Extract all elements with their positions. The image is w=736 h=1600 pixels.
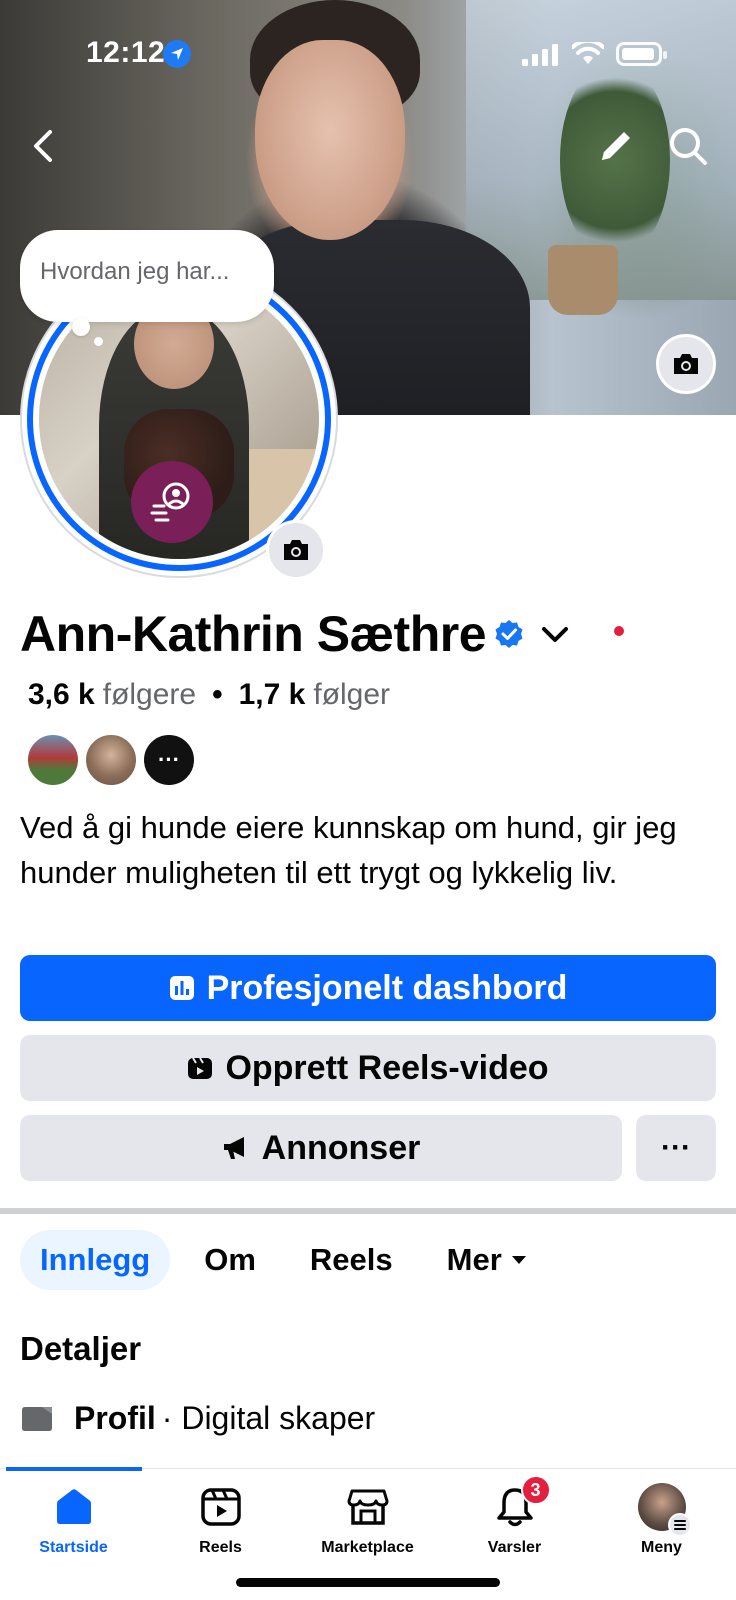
stats-separator: • (212, 678, 223, 711)
reels-icon (197, 1483, 245, 1531)
cover-camera-button[interactable] (656, 334, 716, 394)
followers-count[interactable]: 3,6 k (28, 678, 95, 712)
nav-label: Meny (641, 1539, 682, 1556)
dashboard-button-label: Profesjonelt dashbord (206, 968, 568, 1007)
detail-label: Profil (74, 1400, 156, 1436)
section-divider (0, 1208, 736, 1214)
location-icon (163, 40, 191, 68)
following-count[interactable]: 1,7 k (239, 678, 306, 712)
megaphone-icon (222, 1135, 250, 1161)
nav-label: Reels (199, 1539, 242, 1556)
nav-menu[interactable]: Meny (588, 1483, 735, 1557)
menu-avatar-wrap (637, 1483, 692, 1537)
tab-posts[interactable]: Innlegg (20, 1230, 171, 1290)
wifi-icon (572, 42, 604, 64)
search-button[interactable] (666, 124, 710, 168)
tab-label: Reels (309, 1242, 393, 1277)
dashboard-chart-icon (169, 975, 195, 1001)
home-indicator (236, 1578, 500, 1587)
advertise-button[interactable]: Annonser (20, 1115, 622, 1181)
profile-name: Ann-Kathrin Sæthre (20, 606, 487, 662)
nav-reels[interactable]: Reels (147, 1483, 294, 1557)
signal-icon (522, 44, 558, 66)
marketplace-icon (344, 1483, 392, 1531)
tab-label: Mer (446, 1242, 502, 1277)
detail-row-profile: Profil · Digital skaper (20, 1400, 375, 1437)
reels-button-label: Opprett Reels-video (225, 1048, 549, 1087)
active-tab-indicator (6, 1467, 142, 1471)
note-bubble-tail (72, 318, 90, 336)
tab-about[interactable]: Om (184, 1230, 276, 1290)
mutual-avatar-house[interactable] (26, 733, 80, 787)
camera-icon (674, 354, 698, 374)
profile-note[interactable]: Hvordan jeg har... (20, 230, 274, 322)
follow-stats: 3,6 k følgere • 1,7 k følger (28, 678, 390, 712)
detail-value: · Digital skaper (161, 1400, 376, 1436)
home-icon (50, 1483, 98, 1531)
tab-label: Innlegg (40, 1242, 151, 1277)
notification-badge: 3 (520, 1475, 551, 1505)
nav-notifications[interactable]: 3 Varsler (441, 1475, 588, 1557)
nav-label: Varsler (487, 1539, 542, 1556)
status-time: 12:12 (86, 36, 166, 69)
professional-dashboard-button[interactable]: Profesjonelt dashbord (20, 955, 716, 1021)
unread-dot (614, 626, 624, 636)
reels-icon (187, 1055, 213, 1081)
avatar-camera-button[interactable] (266, 520, 326, 580)
status-bar: 12:12 (0, 0, 736, 100)
caret-down-icon (511, 1256, 526, 1264)
hamburger-menu-icon (667, 1513, 692, 1537)
profile-bio: Ved å gi hunde eiere kunnskap om hund, g… (20, 810, 677, 890)
digital-creator-badge-icon (131, 461, 213, 543)
nav-label: Startside (39, 1539, 108, 1556)
note-text: Hvordan jeg har... (40, 258, 230, 285)
details-heading: Detaljer (20, 1330, 142, 1367)
tab-reels[interactable]: Reels (290, 1230, 413, 1290)
nav-marketplace[interactable]: Marketplace (294, 1483, 441, 1557)
chevron-down-icon[interactable] (538, 617, 572, 651)
search-icon (670, 128, 707, 165)
tab-label: Om (204, 1242, 256, 1277)
more-mutuals-button[interactable]: ··· (142, 733, 196, 787)
battery-icon (616, 42, 667, 66)
following-label[interactable]: følger (313, 678, 390, 712)
cover-pot (548, 245, 618, 315)
create-reels-button[interactable]: Opprett Reels-video (20, 1035, 716, 1101)
profile-name-row: Ann-Kathrin Sæthre (20, 604, 572, 664)
followers-label[interactable]: følgere (103, 678, 196, 712)
more-dots-icon: ··· (158, 747, 180, 772)
verified-badge-icon (495, 620, 523, 648)
more-actions-button[interactable]: ··· (636, 1115, 716, 1181)
mutual-avatars[interactable]: ··· (26, 733, 200, 787)
more-dots-icon: ··· (661, 1131, 691, 1164)
pencil-icon (602, 132, 630, 160)
note-bubble-tail-small (94, 337, 103, 346)
advertise-button-label: Annonser (261, 1128, 421, 1167)
chevron-left-icon (34, 130, 52, 162)
tab-more[interactable]: Mer (427, 1230, 548, 1290)
menu-avatar (637, 1483, 692, 1537)
nav-home[interactable]: Startside (0, 1483, 147, 1557)
camera-icon (284, 540, 308, 560)
bell-icon: 3 (491, 1475, 551, 1531)
info-card-icon (20, 1404, 54, 1434)
edit-profile-button[interactable] (594, 124, 638, 168)
profile-tabs: Innlegg Om Reels Mer (20, 1230, 562, 1290)
back-button[interactable] (24, 122, 64, 170)
nav-label: Marketplace (321, 1539, 414, 1556)
mutual-avatar-person[interactable] (84, 733, 138, 787)
